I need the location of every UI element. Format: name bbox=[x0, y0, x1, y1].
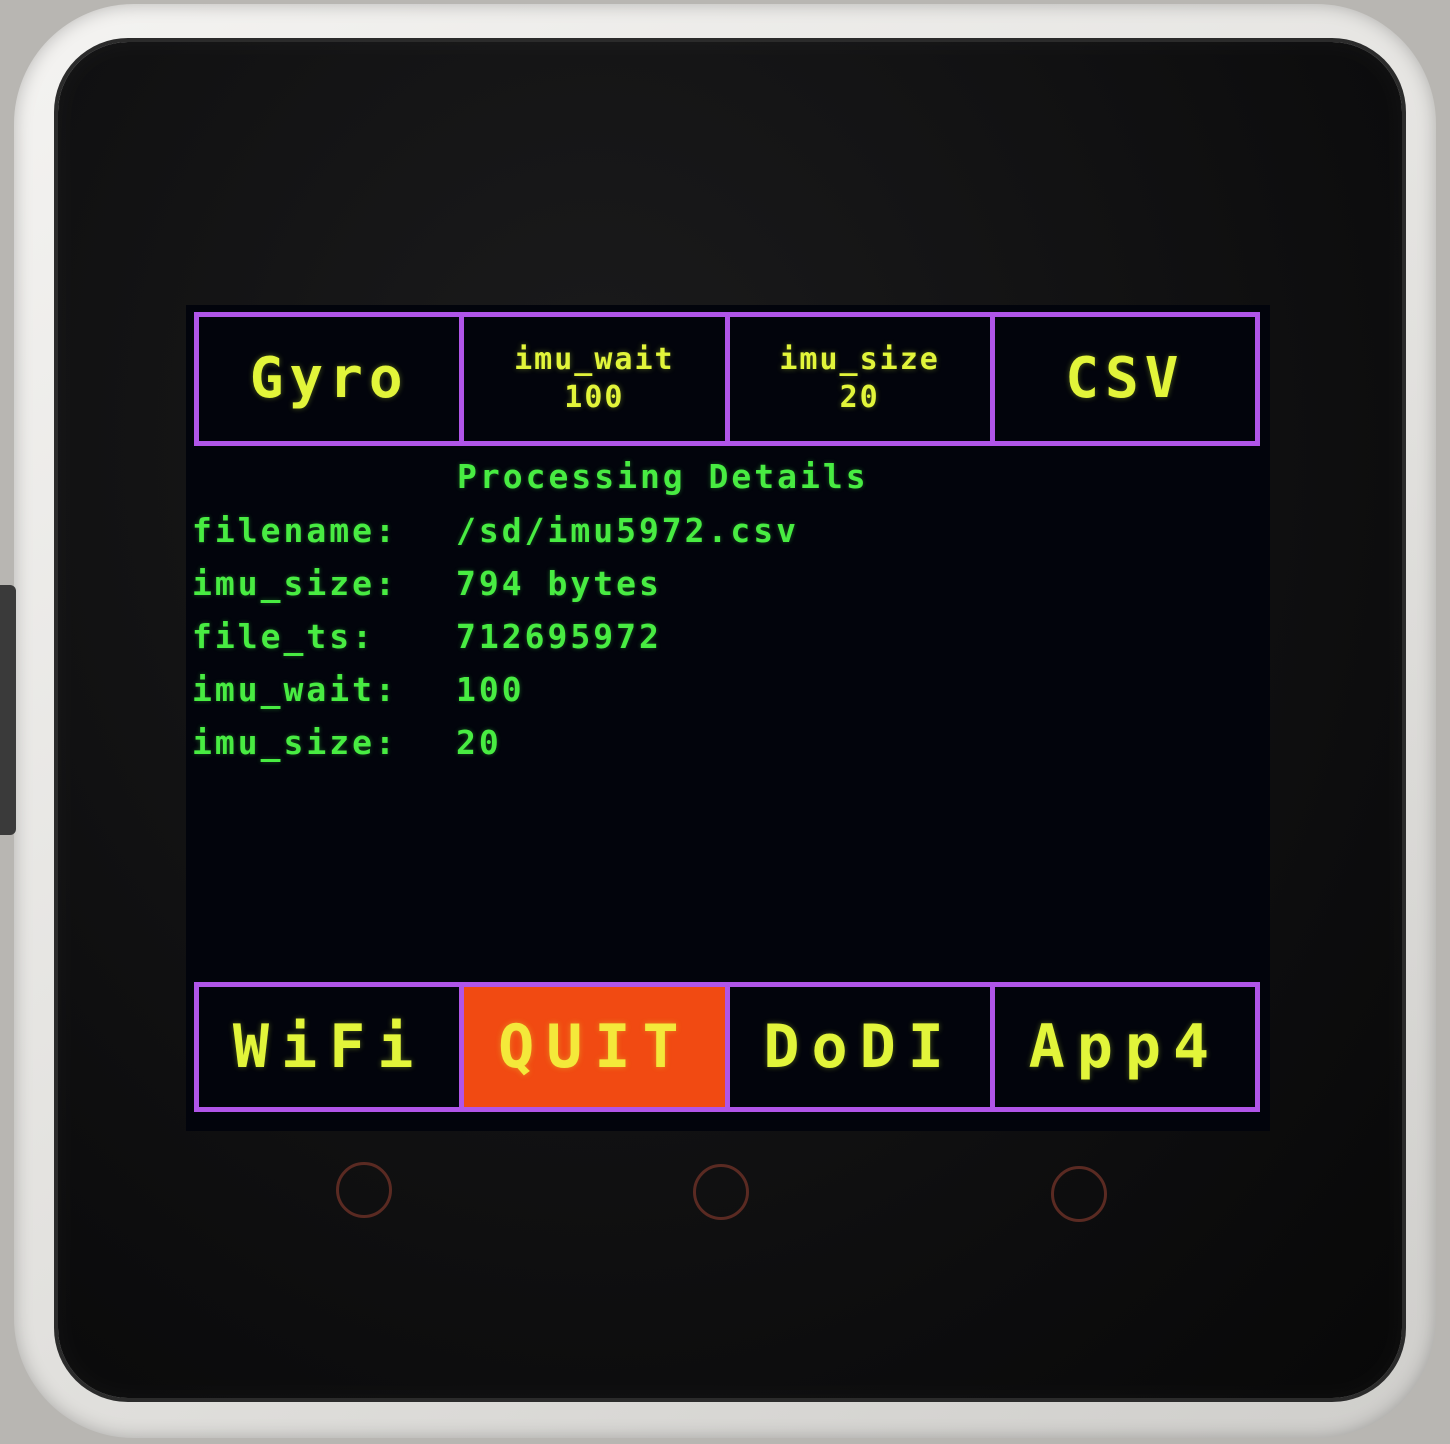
detail-row-file-ts: file_ts: 712695972 bbox=[192, 617, 662, 656]
detail-key: filename: bbox=[192, 511, 398, 550]
bottom-button-bar: WiFi QUIT DoDI App4 bbox=[194, 982, 1260, 1112]
top-button-bar: Gyro imu_wait 100 imu_size 20 CSV bbox=[194, 312, 1260, 446]
detail-key: imu_size: bbox=[192, 723, 398, 762]
gyro-button-label: Gyro bbox=[249, 346, 409, 411]
imu-wait-button-label: imu_wait bbox=[514, 342, 675, 377]
imu-size-button[interactable]: imu_size 20 bbox=[724, 312, 995, 446]
detail-value: /sd/imu5972.csv bbox=[456, 511, 800, 550]
touch-button-b[interactable] bbox=[693, 1164, 749, 1220]
dodi-button[interactable]: DoDI bbox=[724, 982, 995, 1112]
detail-value: 794 bytes bbox=[456, 564, 662, 603]
app4-button[interactable]: App4 bbox=[989, 982, 1260, 1112]
lcd-screen: Gyro imu_wait 100 imu_size 20 CSV Proces… bbox=[186, 305, 1270, 1131]
detail-key: imu_size: bbox=[192, 564, 398, 603]
details-title: Processing Details bbox=[457, 457, 869, 496]
touch-button-a[interactable] bbox=[336, 1162, 392, 1218]
detail-key: file_ts: bbox=[192, 617, 375, 656]
touch-button-c[interactable] bbox=[1051, 1166, 1107, 1222]
csv-button[interactable]: CSV bbox=[989, 312, 1260, 446]
side-port bbox=[0, 585, 16, 835]
detail-row-filename: filename: /sd/imu5972.csv bbox=[192, 511, 799, 550]
wifi-button[interactable]: WiFi bbox=[194, 982, 465, 1112]
dodi-button-label: DoDI bbox=[763, 1012, 956, 1082]
detail-value: 712695972 bbox=[456, 617, 662, 656]
csv-button-label: CSV bbox=[1065, 346, 1185, 411]
detail-value: 20 bbox=[456, 723, 502, 762]
imu-wait-button[interactable]: imu_wait 100 bbox=[459, 312, 730, 446]
detail-value: 100 bbox=[456, 670, 525, 709]
detail-key: imu_wait: bbox=[192, 670, 398, 709]
imu-size-button-label: imu_size bbox=[779, 342, 940, 377]
detail-row-imu-wait: imu_wait: 100 bbox=[192, 670, 525, 709]
detail-row-imu-size-bytes: imu_size: 794 bytes bbox=[192, 564, 662, 603]
detail-row-imu-size: imu_size: 20 bbox=[192, 723, 502, 762]
wifi-button-label: WiFi bbox=[232, 1012, 426, 1082]
imu-wait-button-value: 100 bbox=[564, 380, 625, 415]
app4-button-label: App4 bbox=[1028, 1012, 1222, 1082]
quit-button-label: QUIT bbox=[498, 1012, 691, 1082]
gyro-button[interactable]: Gyro bbox=[194, 312, 465, 446]
quit-button[interactable]: QUIT bbox=[459, 982, 730, 1112]
imu-size-button-value: 20 bbox=[839, 380, 880, 415]
